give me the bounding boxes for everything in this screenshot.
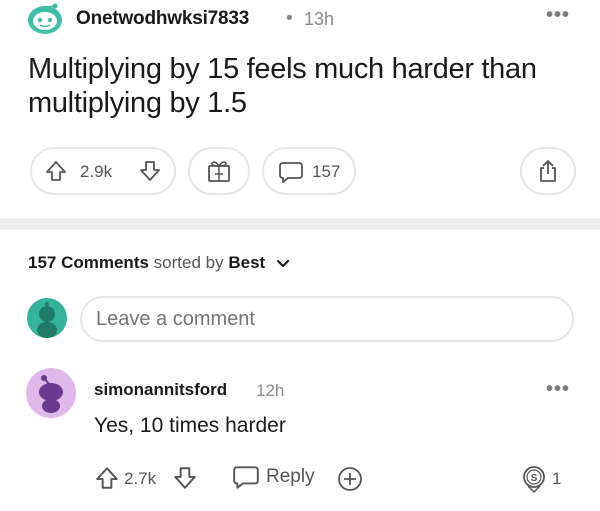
comment-timestamp: 12h: [256, 381, 285, 400]
silver-award-icon: S: [523, 466, 545, 493]
arrow-down-icon[interactable]: [172, 465, 198, 491]
share-button[interactable]: [520, 147, 576, 195]
comment-sort-row[interactable]: 157 Comments sorted by Best: [28, 253, 290, 273]
arrow-up-icon[interactable]: [94, 465, 120, 491]
speech-bubble-icon: [233, 466, 259, 489]
commenter-avatar[interactable]: [26, 368, 76, 418]
sorted-by-label: sorted by: [153, 253, 224, 272]
leave-comment-input[interactable]: [80, 296, 574, 342]
chevron-down-icon[interactable]: [276, 259, 290, 269]
gift-icon: [206, 159, 232, 183]
comment-author-name[interactable]: simonannitsford: [94, 380, 227, 400]
silver-award-badge[interactable]: S 1: [522, 465, 561, 493]
post-title[interactable]: Multiplying by 15 feels much harder than…: [28, 52, 588, 120]
comments-count-label: 157 Comments: [28, 253, 149, 272]
post-vote-group: 2.9k: [30, 147, 176, 195]
silver-award-count: 1: [552, 469, 562, 488]
arrow-down-icon[interactable]: [138, 159, 162, 183]
reply-label: Reply: [266, 466, 315, 487]
award-plus-icon: [338, 467, 362, 491]
sort-value[interactable]: Best: [228, 253, 265, 272]
post-more-options-button[interactable]: •••: [546, 4, 570, 27]
arrow-up-icon[interactable]: [44, 159, 68, 183]
award-button[interactable]: [188, 147, 250, 195]
speech-bubble-icon: [278, 160, 304, 184]
comment-vote-count: 2.7k: [124, 469, 157, 488]
post-vote-count: 2.9k: [80, 162, 113, 181]
comments-button[interactable]: 157: [262, 147, 356, 195]
comment-actions: 2.7k Reply S 1: [0, 460, 600, 500]
post-author-avatar[interactable]: [26, 2, 64, 36]
comment-more-options-button[interactable]: •••: [546, 378, 570, 401]
share-icon: [536, 158, 560, 184]
post-comment-count: 157: [312, 162, 341, 181]
post-header: Onetwodhwksi7833 • 13h •••: [0, 0, 600, 44]
section-divider: [0, 218, 600, 230]
post-author-name[interactable]: Onetwodhwksi7833: [76, 8, 249, 30]
comment-body: Yes, 10 times harder: [94, 414, 286, 437]
snoo-avatar-icon: [27, 298, 67, 338]
snoo-avatar-icon: [28, 3, 62, 34]
current-user-avatar: [27, 298, 67, 338]
post-timestamp: 13h: [304, 9, 335, 29]
award-button[interactable]: [336, 465, 364, 493]
snoo-avatar-icon: [26, 368, 76, 418]
svg-text:S: S: [531, 473, 538, 484]
separator-dot: •: [286, 8, 293, 29]
reply-button[interactable]: Reply: [232, 464, 315, 490]
